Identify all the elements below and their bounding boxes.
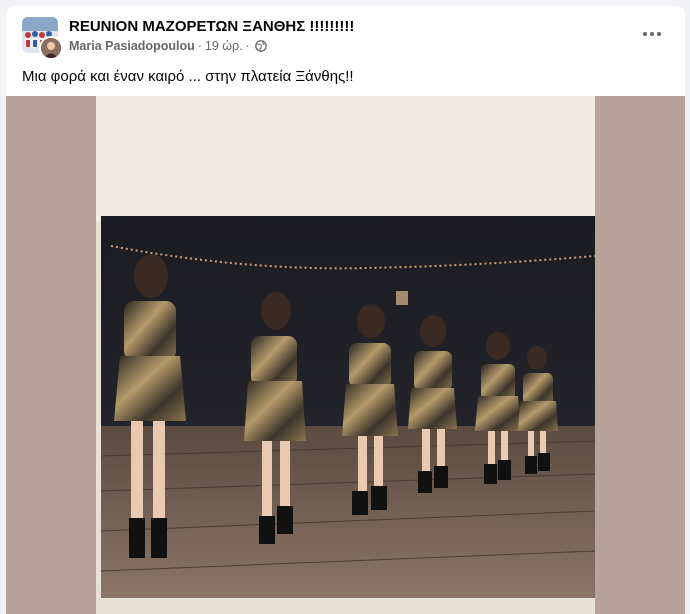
meta-separator: · xyxy=(197,39,202,53)
more-options-button[interactable] xyxy=(634,20,670,48)
post-photo[interactable] xyxy=(96,96,595,614)
post-message: Μια φορά και έναν καιρό ... στην πλατεία… xyxy=(22,68,354,85)
meta-separator-2: · xyxy=(245,39,250,53)
post-timestamp[interactable]: 19 ώρ. xyxy=(205,39,243,53)
globe-icon[interactable] xyxy=(254,40,267,52)
majorettes-photo xyxy=(96,96,595,614)
author-avatar-image xyxy=(41,38,61,58)
post-meta: Maria Pasiadopoulou · 19 ώρ. · xyxy=(69,39,267,53)
post-card: REUNION ΜΑΖΟΡΕΤΩΝ ΞΑΝΘΗΣ !!!!!!!!! Maria… xyxy=(6,6,685,614)
post-media[interactable] xyxy=(6,96,685,614)
more-options-icon xyxy=(643,32,661,36)
group-name-link[interactable]: REUNION ΜΑΖΟΡΕΤΩΝ ΞΑΝΘΗΣ !!!!!!!!! xyxy=(69,18,354,35)
post-header: REUNION ΜΑΖΟΡΕΤΩΝ ΞΑΝΘΗΣ !!!!!!!!! Maria… xyxy=(6,6,685,62)
author-avatar[interactable] xyxy=(39,36,63,60)
author-name-link[interactable]: Maria Pasiadopoulou xyxy=(69,39,195,53)
